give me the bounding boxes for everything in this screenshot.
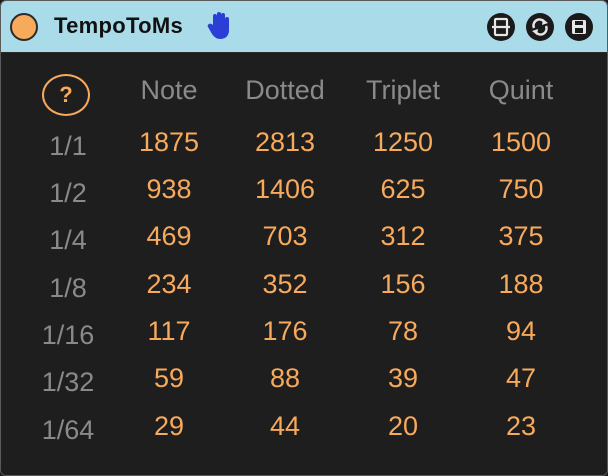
refresh-icon bbox=[532, 18, 548, 36]
save-button[interactable] bbox=[565, 13, 593, 41]
value-cell: 176 bbox=[262, 316, 308, 346]
column-header-dotted: Dotted bbox=[245, 75, 325, 105]
value-cell: 1875 bbox=[138, 127, 200, 157]
value-cell: 94 bbox=[505, 316, 537, 346]
row-label: 1/8 bbox=[49, 273, 87, 303]
help-button[interactable]: ? bbox=[42, 74, 90, 116]
value-cell: 44 bbox=[269, 411, 301, 441]
value-cell: 188 bbox=[498, 269, 544, 299]
hand-icon bbox=[207, 12, 229, 39]
value-cell: 1406 bbox=[254, 174, 316, 204]
value-cell: 20 bbox=[387, 411, 419, 441]
column-header-triplet: Triplet bbox=[365, 75, 440, 105]
pin-icon bbox=[492, 17, 510, 37]
value-cell: 1250 bbox=[372, 127, 434, 157]
device-window: TempoToMs ? Note Dotted Triplet Quint 1/… bbox=[0, 0, 608, 476]
row-label: 1/4 bbox=[49, 225, 87, 255]
value-cell: 29 bbox=[153, 411, 185, 441]
value-cell: 469 bbox=[146, 221, 192, 251]
column-header-note: Note bbox=[140, 75, 198, 105]
value-cell: 352 bbox=[262, 269, 308, 299]
value-cell: 750 bbox=[498, 174, 544, 204]
row-label: 1/16 bbox=[41, 320, 95, 350]
value-cell: 375 bbox=[498, 221, 544, 251]
value-cell: 625 bbox=[380, 174, 426, 204]
column-header-quint: Quint bbox=[488, 75, 554, 105]
value-cell: 117 bbox=[147, 316, 191, 346]
value-cell: 938 bbox=[146, 174, 192, 204]
value-cell: 234 bbox=[146, 269, 192, 299]
value-cell: 156 bbox=[380, 269, 426, 299]
value-cell: 312 bbox=[380, 221, 426, 251]
pin-button[interactable] bbox=[487, 13, 515, 41]
refresh-button[interactable] bbox=[526, 13, 554, 41]
value-cell: 703 bbox=[262, 221, 308, 251]
row-label: 1/32 bbox=[41, 367, 95, 397]
value-cell: 47 bbox=[505, 363, 537, 393]
row-label: 1/2 bbox=[49, 178, 87, 208]
value-cell: 2813 bbox=[254, 127, 316, 157]
value-cell: 1500 bbox=[490, 127, 552, 157]
tempo-table: ? Note Dotted Triplet Quint 1/1 1875 281… bbox=[1, 53, 607, 475]
row-label: 1/1 bbox=[49, 131, 87, 161]
power-toggle-icon[interactable] bbox=[10, 13, 38, 41]
device-title: TempoToMs bbox=[54, 13, 183, 38]
value-cell: 88 bbox=[269, 363, 301, 393]
value-cell: 78 bbox=[387, 316, 419, 346]
row-label: 1/64 bbox=[41, 415, 95, 445]
value-cell: 23 bbox=[505, 411, 537, 441]
value-cell: 39 bbox=[387, 363, 419, 393]
value-cell: 59 bbox=[153, 363, 185, 393]
titlebar: TempoToMs bbox=[1, 1, 607, 53]
save-icon bbox=[572, 20, 586, 34]
